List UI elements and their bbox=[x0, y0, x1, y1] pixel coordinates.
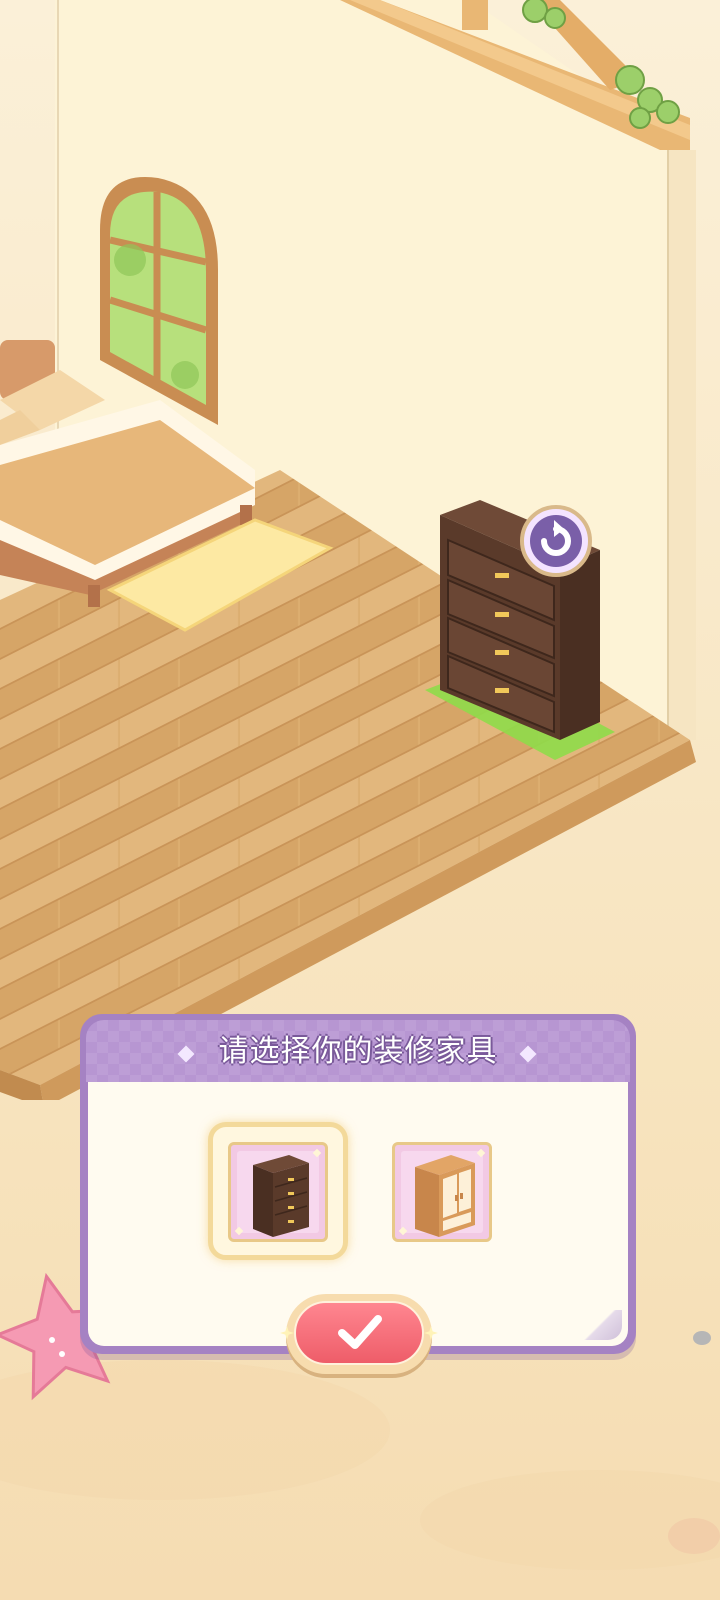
pebble-icon bbox=[693, 1331, 711, 1345]
game-stage: 请选择你的装修家具 bbox=[0, 0, 720, 1600]
dresser-option[interactable] bbox=[228, 1142, 328, 1242]
checkmark-icon bbox=[338, 1315, 382, 1349]
page-curl bbox=[578, 1310, 622, 1340]
confirm-button[interactable] bbox=[280, 1294, 438, 1374]
dresser-icon bbox=[253, 1155, 309, 1237]
wardrobe-option[interactable] bbox=[392, 1142, 492, 1242]
panel-header: 请选择你的装修家具 bbox=[86, 1020, 630, 1082]
rotate-icon bbox=[530, 515, 582, 567]
wardrobe-icon bbox=[415, 1155, 475, 1237]
rotate-button[interactable] bbox=[520, 505, 592, 577]
panel-title: 请选择你的装修家具 bbox=[218, 1034, 498, 1069]
room-scene bbox=[0, 0, 696, 1100]
